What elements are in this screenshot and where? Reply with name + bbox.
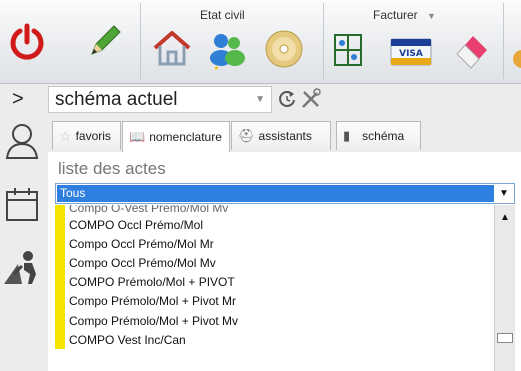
main-toolbar: Etat civil Facturer ▼ VISA: [0, 0, 521, 84]
list-item[interactable]: Compo O-Vest Prémo/Mol Mv: [55, 205, 494, 215]
list-item[interactable]: COMPO Vest Inc/Can: [55, 330, 494, 350]
list-item-label: COMPO Vest Inc/Can: [69, 332, 186, 347]
user-icon[interactable]: [4, 122, 40, 160]
tab-favoris-label: favoris: [75, 129, 111, 143]
visa-card-icon: VISA: [390, 38, 432, 66]
more-icon: [513, 50, 521, 68]
expand-chevron-icon[interactable]: >: [12, 88, 24, 111]
chevron-down-icon: ▼: [255, 94, 265, 105]
item-marker: [55, 215, 65, 235]
disc-button[interactable]: [260, 26, 308, 72]
group-label-facturer[interactable]: Facturer ▼: [373, 8, 436, 22]
dental-chart-button[interactable]: [328, 28, 368, 72]
item-marker: [55, 291, 65, 311]
list-item[interactable]: COMPO Occl Prémo/Mol: [55, 215, 494, 235]
tab-assistants[interactable]: ⛑ assistants: [231, 121, 331, 150]
list-item-label: Compo O-Vest Prémo/Mol Mv: [69, 205, 229, 215]
patients-icon: [210, 34, 245, 70]
chevron-up-icon[interactable]: ▲: [495, 208, 515, 226]
eraser-button[interactable]: [448, 28, 496, 72]
tab-nomenclature-label: nomenclature: [149, 130, 222, 144]
star-icon: ☆: [59, 127, 72, 144]
home-button[interactable]: [150, 26, 194, 72]
patients-button[interactable]: [203, 26, 251, 72]
list-item[interactable]: Compo Occl Prémo/Mol Mv: [55, 253, 494, 273]
dental-chart-icon: [334, 34, 362, 66]
calendar-icon[interactable]: [4, 186, 40, 224]
tab-assistants-label: assistants: [258, 129, 312, 143]
item-marker: [55, 253, 65, 273]
list-item-label: COMPO Occl Prémo/Mol: [69, 217, 204, 232]
eraser-icon: [456, 36, 487, 69]
schema-select[interactable]: schéma actuel ▼: [48, 86, 272, 113]
actes-list: Compo O-Vest Prémo/Mol Mv COMPO Occl Pré…: [55, 205, 494, 371]
list-item[interactable]: Compo Prémolo/Mol + Pivot Mr: [55, 291, 494, 311]
item-marker: [55, 310, 65, 331]
pencil-icon: [91, 25, 121, 55]
item-marker: [55, 205, 65, 215]
tab-schema[interactable]: ▮ schéma: [336, 121, 421, 150]
list-title: liste des actes: [58, 159, 166, 178]
list-item[interactable]: Compo Occl Prémo/Mol Mr: [55, 234, 494, 254]
group-label-etat-civil: Etat civil: [200, 8, 245, 22]
panel-tabs: ☆ favoris 📖 nomenclature ⛑ assistants ▮ …: [48, 118, 521, 152]
schema-select-value: schéma actuel: [55, 88, 178, 110]
refresh-icon[interactable]: [277, 88, 297, 110]
tab-schema-label: schéma: [362, 129, 405, 143]
list-item[interactable]: Compo Prémolo/Mol + Pivot Mv: [55, 310, 494, 331]
filter-select[interactable]: Tous ▼: [55, 183, 515, 204]
list-item-label: COMPO Prémolo/Mol + PIVOT: [69, 275, 235, 290]
edit-button[interactable]: [82, 20, 126, 64]
scroll-thumb[interactable]: [497, 333, 513, 343]
tooth-icon: ▮: [343, 128, 351, 143]
list-item-label: Compo Occl Prémo/Mol Mv: [69, 255, 216, 270]
payment-button[interactable]: VISA: [387, 36, 435, 68]
chevron-down-icon: ▼: [427, 11, 436, 21]
tab-nomenclature[interactable]: 📖 nomenclature: [122, 121, 230, 152]
list-item-label: Compo Prémolo/Mol + Pivot Mr: [69, 294, 237, 309]
left-rail: [0, 118, 48, 371]
facturer-label: Facturer: [373, 8, 418, 22]
item-marker: [55, 272, 65, 292]
item-marker: [55, 234, 65, 254]
home-icon: [153, 31, 191, 66]
book-icon: 📖: [129, 129, 146, 144]
chevron-down-icon[interactable]: ▼: [496, 185, 512, 202]
tools-icon[interactable]: [299, 87, 323, 111]
tab-favoris[interactable]: ☆ favoris: [52, 121, 121, 150]
svg-text:VISA: VISA: [399, 49, 423, 59]
filter-select-value: Tous: [57, 185, 494, 202]
disc-icon: [265, 30, 303, 68]
list-scrollbar[interactable]: ▲: [494, 205, 515, 371]
more-button[interactable]: [508, 40, 521, 70]
assistant-icon: ⛑: [238, 128, 255, 143]
item-marker: [55, 330, 65, 350]
list-item-label: Compo Occl Prémo/Mol Mr: [69, 236, 214, 251]
list-item[interactable]: COMPO Prémolo/Mol + PIVOT: [55, 272, 494, 292]
power-button[interactable]: [6, 20, 48, 64]
worker-icon[interactable]: [2, 246, 42, 286]
power-icon: [10, 23, 44, 60]
list-item-label: Compo Prémolo/Mol + Pivot Mv: [69, 313, 239, 328]
